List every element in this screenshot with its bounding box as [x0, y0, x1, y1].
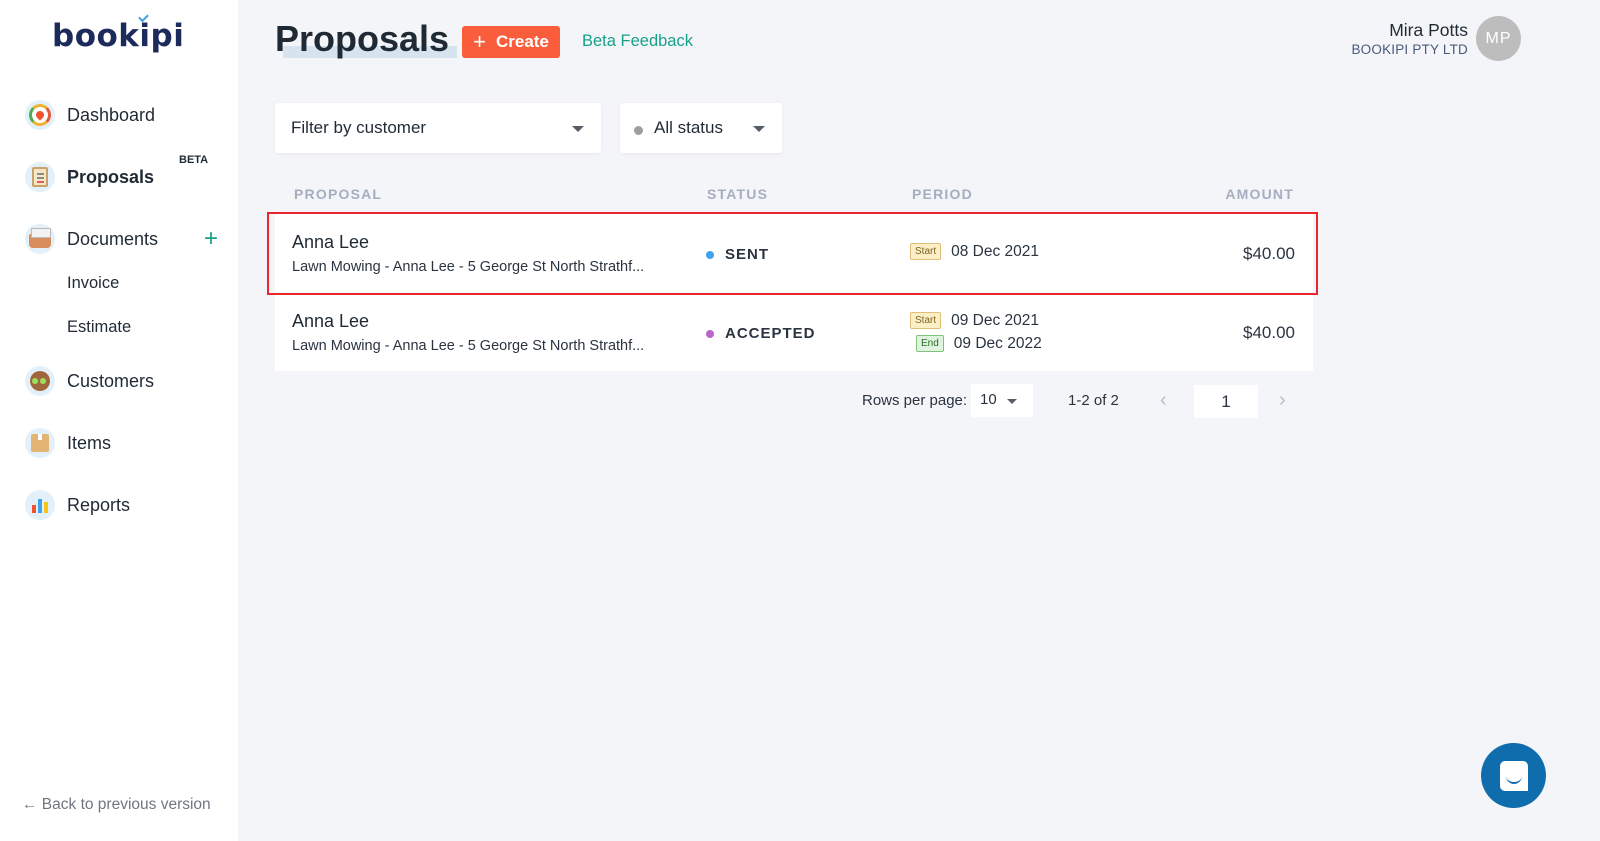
- box-icon: [25, 428, 55, 458]
- sidebar-item-items[interactable]: Items: [25, 427, 111, 459]
- column-header-proposal[interactable]: PROPOSAL: [294, 186, 382, 202]
- bookipi-logo[interactable]: bookipi: [52, 11, 185, 54]
- sidebar-item-documents[interactable]: Documents: [25, 223, 158, 255]
- status-dot-icon: [634, 125, 643, 135]
- sidebar-item-label: Reports: [67, 494, 131, 515]
- sidebar-subitem-invoice[interactable]: Invoice: [67, 274, 119, 293]
- add-document-button[interactable]: +: [204, 227, 218, 251]
- logo-text: bookipi: [52, 18, 185, 54]
- chevron-down-icon: [572, 126, 584, 132]
- gauge-icon: [25, 100, 55, 130]
- sidebar-item-reports[interactable]: Reports: [25, 489, 130, 521]
- back-to-previous-version-link[interactable]: ← Back to previous version: [22, 796, 211, 814]
- end-date: 09 Dec 2022: [953, 334, 1042, 352]
- next-page-button[interactable]: ›: [1279, 389, 1286, 412]
- user-info[interactable]: Mira Potts BOOKIPI PTY LTD: [1351, 20, 1468, 57]
- sidebar-item-label: Documents: [67, 228, 159, 249]
- page-title: Proposals: [275, 18, 458, 59]
- rows-per-page-value: 10: [980, 391, 997, 408]
- start-date: 08 Dec 2021: [951, 242, 1040, 260]
- customer-filter-label: Filter by customer: [291, 118, 427, 137]
- period: Start 08 Dec 2021: [910, 240, 1039, 263]
- chat-icon: [1499, 760, 1528, 791]
- sidebar-item-customers[interactable]: Customers: [25, 365, 154, 397]
- customer-name: Anna Lee: [292, 232, 370, 252]
- column-header-status[interactable]: STATUS: [707, 186, 768, 202]
- user-name: Mira Potts: [1389, 20, 1468, 40]
- beta-feedback-link[interactable]: Beta Feedback: [582, 32, 693, 51]
- status-filter-label: All status: [654, 118, 723, 137]
- plus-icon: +: [473, 29, 486, 54]
- clipboard-icon: [25, 162, 55, 192]
- start-tag: Start: [910, 312, 942, 329]
- sidebar-item-proposals[interactable]: Proposals BETA: [25, 154, 208, 193]
- create-button-label: Create: [495, 32, 549, 51]
- column-header-amount[interactable]: AMOUNT: [1225, 186, 1294, 202]
- period: Start 09 Dec 2021 End 09 Dec 2022: [910, 309, 1042, 355]
- sidebar-item-label: Customers: [67, 370, 155, 391]
- table-row[interactable]: Anna Lee Lawn Mowing - Anna Lee - 5 Geor…: [275, 293, 1313, 371]
- prev-page-button[interactable]: ‹: [1160, 389, 1167, 412]
- page-range: 1-2 of 2: [1068, 392, 1119, 409]
- chevron-down-icon: [753, 126, 765, 132]
- status-filter-dropdown[interactable]: All status: [620, 103, 782, 153]
- status-text: SENT: [725, 246, 770, 263]
- start-tag: Start: [910, 243, 942, 260]
- rows-per-page-label: Rows per page:: [862, 392, 968, 409]
- proposal-description: Lawn Mowing - Anna Lee - 5 George St Nor…: [292, 259, 645, 275]
- sidebar: bookipi Dashboard Proposals BETA Documen…: [0, 0, 238, 841]
- column-header-period[interactable]: PERIOD: [912, 186, 973, 202]
- chevron-down-icon: [1007, 399, 1017, 404]
- rows-per-page-select[interactable]: 10: [971, 384, 1033, 417]
- table-row[interactable]: Anna Lee Lawn Mowing - Anna Lee - 5 Geor…: [275, 214, 1313, 292]
- sidebar-item-label: Proposals: [67, 166, 157, 193]
- customer-name: Anna Lee: [292, 311, 370, 331]
- tray-icon: [25, 224, 55, 254]
- create-button[interactable]: + Create: [462, 26, 560, 58]
- amount: $40.00: [1243, 323, 1295, 342]
- status-dot-icon: [706, 329, 714, 338]
- sidebar-item-label: Dashboard: [67, 104, 156, 125]
- avatar[interactable]: MP: [1476, 16, 1521, 61]
- start-date: 09 Dec 2021: [951, 311, 1040, 329]
- status-text: ACCEPTED: [725, 325, 816, 342]
- status-dot-icon: [706, 250, 714, 259]
- sidebar-item-label: Items: [67, 432, 112, 453]
- customer-avatar-icon: [25, 366, 55, 396]
- chat-launcher-button[interactable]: [1481, 743, 1546, 808]
- user-company: BOOKIPI PTY LTD: [1351, 42, 1468, 57]
- status-badge: ACCEPTED: [706, 325, 816, 342]
- end-tag: End: [916, 335, 944, 352]
- customer-filter-dropdown[interactable]: Filter by customer: [275, 103, 601, 153]
- amount: $40.00: [1243, 244, 1295, 263]
- page-number-input[interactable]: [1194, 385, 1258, 418]
- beta-badge: BETA: [179, 154, 209, 166]
- status-badge: SENT: [706, 246, 769, 263]
- sidebar-subitem-estimate[interactable]: Estimate: [67, 318, 131, 337]
- sidebar-item-dashboard[interactable]: Dashboard: [25, 99, 155, 131]
- bar-chart-icon: [25, 490, 55, 520]
- proposal-description: Lawn Mowing - Anna Lee - 5 George St Nor…: [292, 338, 645, 354]
